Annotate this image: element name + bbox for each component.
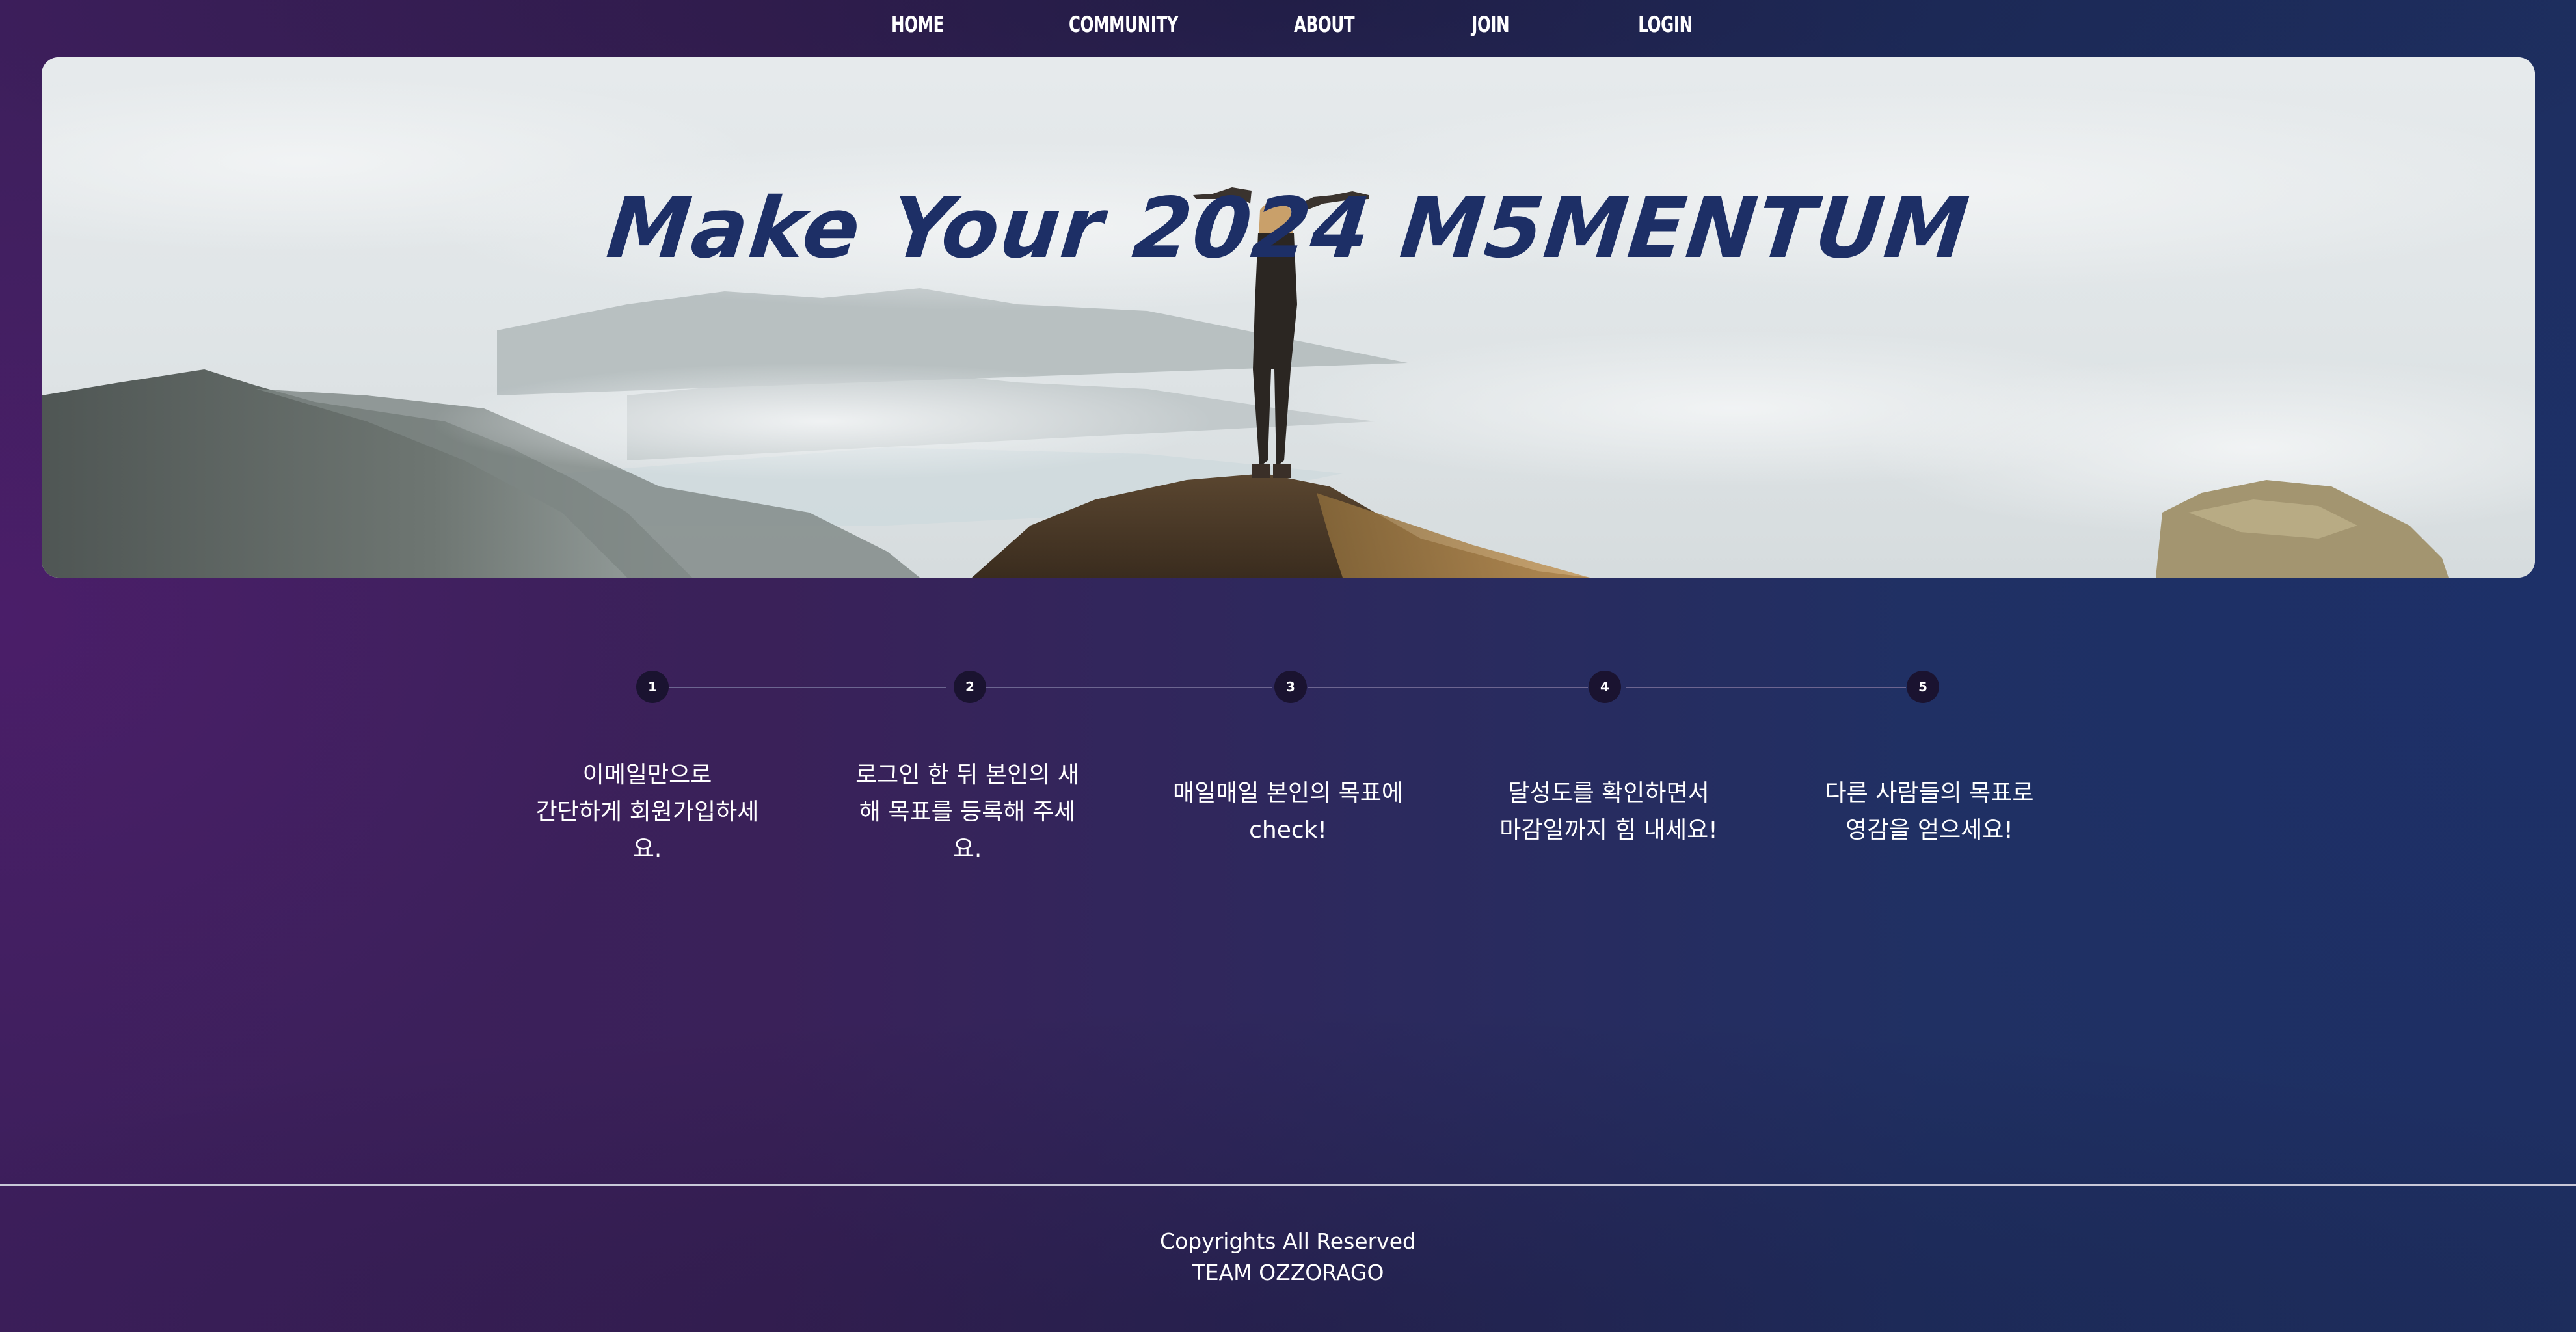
step-number-badge: 5 [1907, 671, 1939, 703]
top-navigation: HOME COMMUNITY ABOUT JOIN LOGIN [0, 0, 2576, 56]
step-description: 매일매일 본인의 목표에 check! [1172, 780, 1404, 844]
step-connector-line [1626, 687, 1906, 688]
footer-copyright: Copyrights All Reserved [1160, 1229, 1416, 1254]
step-connector-line [1308, 687, 1588, 688]
hero-title: Make Your 2024 M5MENTUM [602, 180, 1974, 277]
step-connector-line [669, 687, 946, 688]
step-number-badge: 3 [1274, 671, 1307, 703]
step-number-badge: 2 [954, 671, 986, 703]
hero-banner: Make Your 2024 M5MENTUM [42, 57, 2535, 578]
step-description: 이메일만으로 간단하게 회원가입하세 요. [535, 762, 759, 862]
nav-home-link[interactable]: HOME [891, 12, 944, 38]
nav-join-link[interactable]: JOIN [1471, 12, 1509, 38]
footer-divider [0, 1184, 2576, 1186]
footer-team-name: TEAM OZZORAGO [1192, 1260, 1384, 1285]
step-description: 다른 사람들의 목표로 영감을 얻으세요! [1825, 780, 2034, 844]
nav-about-link[interactable]: ABOUT [1294, 12, 1355, 38]
footer: Copyrights All Reserved TEAM OZZORAGO [0, 1226, 2576, 1288]
step-number-badge: 1 [636, 671, 669, 703]
step-connector-line [986, 687, 1272, 688]
step-description: 달성도를 확인하면서 마감일까지 힘 내세요! [1499, 780, 1718, 844]
nav-login-link[interactable]: LOGIN [1638, 12, 1693, 38]
step-description: 로그인 한 뒤 본인의 새 해 목표를 등록해 주세 요. [855, 762, 1079, 862]
hero-mountain-image [42, 57, 2535, 578]
step-number-badge: 4 [1589, 671, 1621, 703]
nav-community-link[interactable]: COMMUNITY [1069, 12, 1179, 38]
